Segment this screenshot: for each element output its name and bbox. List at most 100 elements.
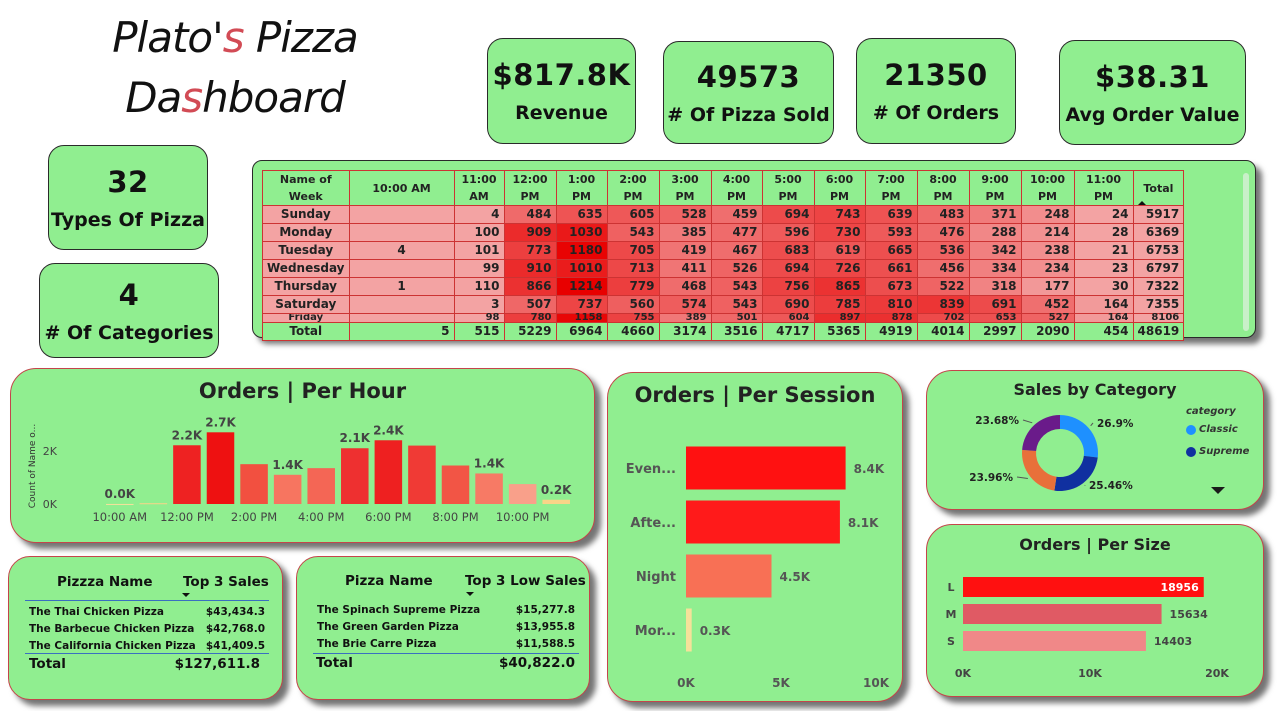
table-row[interactable]: The Brie Carre Pizza $11,588.5 (313, 635, 579, 652)
column-header-top-sales[interactable]: Top 3 Sales (183, 574, 269, 590)
matrix-cell: 28 (1073, 223, 1134, 242)
row-header: Monday (262, 223, 350, 242)
matrix-cell: 1010 (555, 259, 608, 278)
kpi-label: # Of Pizza Sold (667, 103, 830, 126)
matrix-cell (348, 205, 455, 224)
matrix-cell: 334 (968, 259, 1022, 278)
x-tick-label: 10K (863, 676, 890, 690)
matrix-cell: 507 (503, 295, 557, 314)
total-cell: 2090 (1020, 322, 1075, 341)
matrix-cell: 593 (864, 223, 918, 242)
total-cell: 2997 (968, 322, 1022, 341)
column-header[interactable]: 7:00 PM (864, 170, 918, 206)
category-label: L (947, 581, 954, 594)
x-tick-label: 4:00 PM (298, 510, 344, 524)
column-header[interactable]: 3:00 PM (658, 170, 712, 206)
matrix-cell: 560 (606, 295, 660, 314)
column-header[interactable]: 9:00 PM (968, 170, 1022, 206)
table-row[interactable]: The Thai Chicken Pizza $43,434.3 (25, 603, 269, 620)
table-row[interactable]: Saturday 3 507 737 560 574 543 690 785 810 839 691 4… (262, 295, 1185, 314)
matrix-cell: 456 (916, 259, 970, 278)
orders-per-size-card: Orders | Per Size L 18956 M 15634 S 14403 0K 10… (926, 524, 1264, 697)
matrix-cell: 730 (813, 223, 866, 242)
dashboard-title: Plato's Pizza Dashboard (112, 13, 359, 122)
matrix-cell: 543 (606, 223, 660, 242)
matrix-cell: 665 (864, 241, 918, 260)
total-cell: 4717 (761, 322, 815, 341)
matrix-cell: 4 (348, 241, 455, 260)
table-row[interactable]: Tuesday 4 101 773 1180 705 419 467 683 619 665 536 3… (262, 241, 1185, 260)
kpi-label: # Of Categories (44, 321, 214, 344)
column-header[interactable]: 11:00 PM (1073, 170, 1134, 206)
matrix-cell: 737 (555, 295, 608, 314)
matrix-cell: 318 (968, 277, 1022, 296)
matrix-cell: 865 (813, 277, 866, 296)
kpi-value: $817.8K (492, 58, 631, 92)
table-row[interactable]: Monday 100 909 1030 543 385 477 596 730 593 476 288… (262, 223, 1185, 242)
matrix-cell: 910 (503, 259, 557, 278)
slice-label: 23.96% (969, 472, 1013, 484)
column-header-low-sales[interactable]: Top 3 Low Sales (465, 573, 586, 589)
matrix-cell: 177 (1020, 277, 1075, 296)
column-header[interactable]: 12:00 PM (503, 170, 557, 206)
table-row[interactable]: The California Chicken Pizza $41,409.5 (25, 637, 269, 654)
data-label: 2.1K (340, 431, 371, 445)
matrix-cell: 635 (555, 205, 608, 224)
total-value: $40,822.0 (498, 655, 575, 671)
table-row[interactable]: The Green Garden Pizza $13,955.8 (313, 618, 579, 635)
data-label: 15634 (1170, 608, 1209, 621)
column-header[interactable]: 8:00 PM (916, 170, 970, 206)
column-header[interactable]: 10:00 PM (1020, 170, 1075, 206)
pie-slice (1060, 415, 1098, 458)
column-header[interactable]: 10:00 AM (348, 170, 455, 206)
category-label: M (946, 608, 957, 621)
data-label: 4.5K (780, 570, 811, 584)
legend-item-supreme[interactable]: Supreme (1186, 446, 1249, 457)
column-header[interactable]: 1:00 PM (555, 170, 608, 206)
sales-by-category-card: Sales by Category 26.9% 25.46% 23.96% 23.68… (926, 370, 1264, 510)
legend-item-classic[interactable]: Classic (1186, 424, 1238, 435)
matrix-cell: 694 (761, 259, 815, 278)
table-row[interactable]: Friday 98 780 1158 755 389 501 604 897 878 702 653 5… (262, 313, 1185, 323)
matrix-cell: 1 (348, 277, 455, 296)
matrix-cell: 878 (864, 313, 918, 323)
column-header-pizza-name[interactable]: Pizzza Name (57, 574, 153, 590)
kpi-revenue: $817.8K Revenue (487, 38, 636, 144)
table-row[interactable]: Wednesday 99 910 1010 713 411 526 694 726 661 456 3… (262, 259, 1185, 278)
matrix-cell: 467 (710, 241, 763, 260)
data-label: 2.4K (373, 423, 404, 437)
kpi-value: 21350 (884, 58, 988, 92)
column-header[interactable]: Total (1132, 170, 1185, 206)
column-header[interactable]: Name of Week (262, 170, 350, 206)
column-header[interactable]: 5:00 PM (761, 170, 815, 206)
matrix-cell: 23 (1073, 259, 1134, 278)
total-label: Total (262, 322, 350, 341)
total-cell: 454 (1073, 322, 1134, 341)
orders-per-session-chart: Even... 8.4K Afte... 8.1K Night 4.5K Mor... 0.3… (626, 446, 890, 690)
column-header[interactable]: 2:00 PM (606, 170, 660, 206)
table-row[interactable]: Thursday 1 110 866 1214 779 468 543 756 865 673 522… (262, 277, 1185, 296)
column-header[interactable]: 4:00 PM (710, 170, 763, 206)
matrix-cell: 483 (916, 205, 970, 224)
matrix-cell (348, 259, 455, 278)
bar (173, 445, 201, 504)
bar (686, 554, 772, 598)
matrix-cell: 527 (1020, 313, 1075, 323)
low-sales-card: Pizza Name Top 3 Low Sales The Spinach S… (296, 556, 590, 700)
table-row[interactable]: The Spinach Supreme Pizza $15,277.8 (313, 601, 579, 618)
bar (508, 484, 537, 504)
bar (206, 432, 235, 504)
column-header-pizza-name[interactable]: Pizza Name (345, 573, 433, 589)
x-tick-label: 10:00 PM (496, 510, 550, 524)
bar (963, 604, 1162, 624)
data-label: 0.2K (541, 483, 572, 497)
matrix-scrollbar[interactable] (1243, 173, 1249, 331)
table-row[interactable]: The Barbecue Chicken Pizza $42,768.0 (25, 620, 269, 637)
matrix-cell: 452 (1020, 295, 1075, 314)
matrix-cell: 110 (453, 277, 505, 296)
column-header[interactable]: 11:00 AM (453, 170, 505, 206)
matrix-cell: 248 (1020, 205, 1075, 224)
table-row[interactable]: Sunday 4 484 635 605 528 459 694 743 639 483 371 248… (262, 205, 1185, 224)
legend-scroll-down-icon[interactable] (1211, 487, 1225, 494)
column-header[interactable]: 6:00 PM (813, 170, 866, 206)
